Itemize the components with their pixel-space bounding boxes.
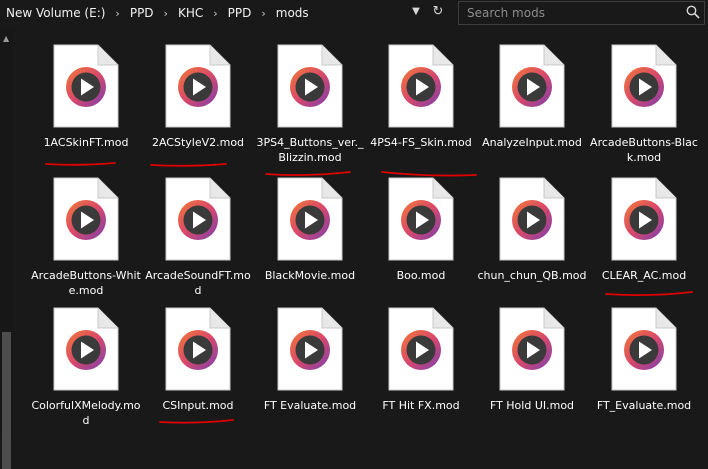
file-name: 4PS4-FS_Skin.mod bbox=[370, 136, 472, 149]
file-item[interactable]: chun_chun_QB.mod bbox=[477, 177, 587, 307]
file-name: AnalyzeInput.mod bbox=[482, 136, 582, 149]
media-file-icon bbox=[277, 307, 343, 391]
file-name: FT Hit FX.mod bbox=[382, 399, 460, 412]
media-file-icon bbox=[611, 307, 677, 391]
file-item[interactable]: CSInput.mod bbox=[143, 307, 253, 437]
file-item[interactable]: 2ACStyleV2.mod bbox=[143, 44, 253, 174]
media-file-icon bbox=[388, 177, 454, 261]
file-name: 3PS4_Buttons_ver._Blizzin.mod bbox=[256, 136, 364, 164]
media-file-icon bbox=[277, 177, 343, 261]
media-file-icon bbox=[277, 44, 343, 128]
media-file-icon bbox=[165, 44, 231, 128]
media-file-icon bbox=[165, 177, 231, 261]
file-item[interactable]: AnalyzeInput.mod bbox=[477, 44, 587, 174]
file-name: Boo.mod bbox=[396, 269, 446, 282]
file-item[interactable]: BlackMovie.mod bbox=[255, 177, 365, 307]
file-item[interactable]: ColorfulXMelody.mod bbox=[31, 307, 141, 437]
file-item[interactable]: 4PS4-FS_Skin.mod bbox=[366, 44, 476, 174]
media-file-icon bbox=[53, 307, 119, 391]
media-file-icon bbox=[499, 44, 565, 128]
media-file-icon bbox=[611, 44, 677, 128]
media-file-icon bbox=[388, 44, 454, 128]
file-item[interactable]: FT_Evaluate.mod bbox=[589, 307, 699, 437]
file-name: FT Hold UI.mod bbox=[489, 399, 575, 412]
file-item[interactable]: CLEAR_AC.mod bbox=[589, 177, 699, 307]
file-item[interactable]: ArcadeButtons-Black.mod bbox=[589, 44, 699, 174]
file-item[interactable]: ArcadeButtons-White.mod bbox=[31, 177, 141, 307]
file-name: BlackMovie.mod bbox=[264, 269, 356, 282]
media-file-icon bbox=[499, 307, 565, 391]
file-name: CSInput.mod bbox=[162, 399, 234, 412]
file-item[interactable]: FT Evaluate.mod bbox=[255, 307, 365, 437]
file-name: FT Evaluate.mod bbox=[263, 399, 357, 412]
file-name: ColorfulXMelody.mod bbox=[31, 399, 141, 427]
file-item[interactable]: FT Hit FX.mod bbox=[366, 307, 476, 437]
file-item[interactable]: 3PS4_Buttons_ver._Blizzin.mod bbox=[255, 44, 365, 174]
media-file-icon bbox=[165, 307, 231, 391]
file-item[interactable]: 1ACSkinFT.mod bbox=[31, 44, 141, 174]
file-name: chun_chun_QB.mod bbox=[477, 269, 587, 282]
file-name: ArcadeButtons-Black.mod bbox=[590, 136, 698, 164]
media-file-icon bbox=[53, 177, 119, 261]
file-item[interactable]: FT Hold UI.mod bbox=[477, 307, 587, 437]
file-item[interactable]: ArcadeSoundFT.mod bbox=[143, 177, 253, 307]
file-name: CLEAR_AC.mod bbox=[601, 269, 687, 282]
media-file-icon bbox=[53, 44, 119, 128]
file-item[interactable]: Boo.mod bbox=[366, 177, 476, 307]
media-file-icon bbox=[499, 177, 565, 261]
file-name: 1ACSkinFT.mod bbox=[43, 136, 129, 149]
media-file-icon bbox=[611, 177, 677, 261]
media-file-icon bbox=[388, 307, 454, 391]
file-name: 2ACStyleV2.mod bbox=[151, 136, 245, 149]
file-name: ArcadeButtons-White.mod bbox=[31, 269, 141, 297]
file-name: ArcadeSoundFT.mod bbox=[145, 269, 251, 297]
file-name: FT_Evaluate.mod bbox=[596, 399, 692, 412]
file-grid: 1ACSkinFT.mod 2ACStyleV2.mod 3PS4_Buttons_… bbox=[0, 0, 708, 439]
